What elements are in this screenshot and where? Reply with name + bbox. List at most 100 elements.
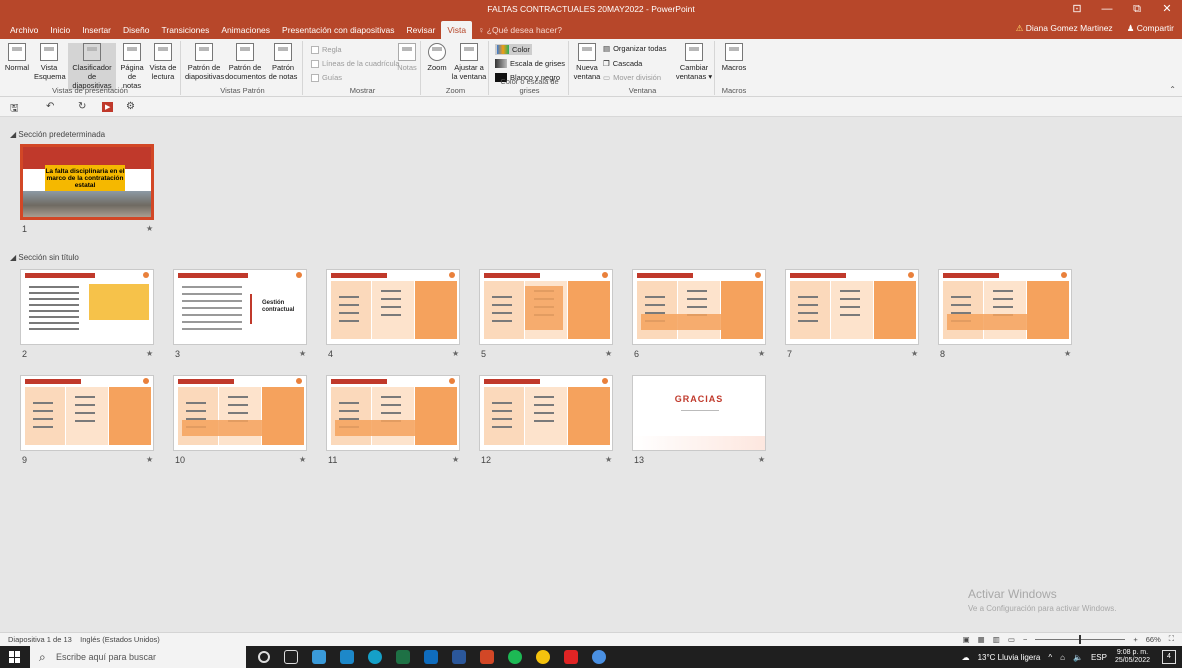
- close-button[interactable]: ✕: [1152, 0, 1182, 19]
- chrome-profile-icon[interactable]: [592, 650, 606, 664]
- acrobat-icon[interactable]: [564, 650, 578, 664]
- restore-button[interactable]: ⧉: [1122, 0, 1152, 19]
- mail-icon[interactable]: [340, 650, 354, 664]
- slide-thumbnail[interactable]: Gestión contractual: [173, 269, 307, 345]
- minimize-button[interactable]: —: [1092, 0, 1122, 19]
- normal-view-status-icon[interactable]: ▣: [963, 635, 970, 644]
- undo-icon[interactable]: ↶: [46, 101, 54, 112]
- zoom-slider[interactable]: [1035, 634, 1126, 644]
- chrome-icon[interactable]: [536, 650, 550, 664]
- transition-star-icon[interactable]: ★: [452, 349, 459, 358]
- handout-master-button[interactable]: Patrón de documentos: [225, 43, 266, 81]
- task-view-icon[interactable]: [284, 650, 298, 664]
- ruler-checkbox[interactable]: Regla: [311, 45, 342, 54]
- tab-archivo[interactable]: Archivo: [4, 21, 44, 39]
- new-window-button[interactable]: Nueva ventana: [573, 43, 601, 81]
- macros-button[interactable]: Macros: [720, 43, 748, 72]
- slide-thumbnail[interactable]: [20, 269, 154, 345]
- collapse-ribbon-icon[interactable]: ⌃: [1169, 85, 1176, 94]
- slide-thumbnail[interactable]: [326, 269, 460, 345]
- move-split-button[interactable]: ▭ Mover división: [603, 73, 661, 82]
- account-name[interactable]: ⚠ Diana Gomez Martinez: [1016, 23, 1113, 34]
- arrange-all-button[interactable]: ▤ Organizar todas: [603, 44, 666, 53]
- zoom-out-icon[interactable]: −: [1023, 635, 1027, 644]
- sorter-view-status-icon[interactable]: ▦: [978, 635, 985, 644]
- save-icon[interactable]: 🖫: [10, 101, 19, 118]
- cortana-icon[interactable]: [258, 651, 270, 663]
- notes-button[interactable]: Notas: [395, 43, 419, 72]
- zoom-in-icon[interactable]: +: [1133, 635, 1137, 644]
- transition-star-icon[interactable]: ★: [299, 349, 306, 358]
- slide-master-button[interactable]: Patrón de diapositivas: [185, 43, 224, 81]
- slide-thumbnail[interactable]: [785, 269, 919, 345]
- slide-thumbnail[interactable]: La falta disciplinaria en el marco de la…: [20, 144, 154, 220]
- normal-view-button[interactable]: Normal: [4, 43, 30, 72]
- tab-revisar[interactable]: Revisar: [401, 21, 442, 39]
- slide-thumbnail[interactable]: [938, 269, 1072, 345]
- weather-text[interactable]: 13°C Lluvia ligera: [978, 653, 1041, 662]
- tray-chevron-icon[interactable]: ^: [1048, 653, 1052, 662]
- explorer-icon[interactable]: [312, 650, 326, 664]
- fit-slide-icon[interactable]: ⛶: [1169, 634, 1174, 644]
- tell-me-input[interactable]: ♀ ¿Qué desea hacer?: [472, 21, 568, 39]
- fit-window-button[interactable]: Ajustar a la ventana: [451, 43, 487, 81]
- tab-animaciones[interactable]: Animaciones: [215, 21, 276, 39]
- outline-view-button[interactable]: Vista Esquema: [34, 43, 66, 81]
- slide-sorter-area[interactable]: ◢ Sección predeterminada ◢ Sección sin t…: [0, 117, 1182, 632]
- slide-thumbnail[interactable]: [173, 375, 307, 451]
- notifications-icon[interactable]: 4: [1162, 650, 1176, 664]
- section-header-untitled[interactable]: ◢ Sección sin título: [10, 253, 79, 262]
- grayscale-option[interactable]: Escala de grises: [495, 59, 565, 68]
- transition-star-icon[interactable]: ★: [605, 349, 612, 358]
- slide-thumbnail[interactable]: GRACIAS: [632, 375, 766, 451]
- transition-star-icon[interactable]: ★: [146, 349, 153, 358]
- language-indicator[interactable]: Inglés (Estados Unidos): [80, 635, 160, 644]
- tab-diseno[interactable]: Diseño: [117, 21, 155, 39]
- tab-inicio[interactable]: Inicio: [44, 21, 76, 39]
- redo-icon[interactable]: ↻: [78, 101, 86, 112]
- cascade-button[interactable]: ❐ Cascada: [603, 59, 642, 68]
- gridlines-checkbox[interactable]: Líneas de la cuadrícula: [311, 59, 400, 68]
- switch-windows-button[interactable]: Cambiar ventanas ▾: [675, 43, 713, 81]
- outlook-icon[interactable]: [424, 650, 438, 664]
- clock[interactable]: 9:08 p. m. 25/05/2022: [1115, 649, 1150, 665]
- tab-vista[interactable]: Vista: [441, 21, 473, 39]
- slide-thumbnail[interactable]: [479, 375, 613, 451]
- windows-start-icon[interactable]: [9, 651, 21, 663]
- powerpoint-icon[interactable]: [480, 650, 494, 664]
- guides-checkbox[interactable]: Guías: [311, 73, 342, 82]
- input-language[interactable]: ESP: [1091, 653, 1107, 662]
- slide-thumbnail[interactable]: [632, 269, 766, 345]
- reading-view-button[interactable]: Vista de lectura: [148, 43, 178, 81]
- word-icon[interactable]: [452, 650, 466, 664]
- transition-star-icon[interactable]: ★: [299, 455, 306, 464]
- transition-star-icon[interactable]: ★: [605, 455, 612, 464]
- slide-thumbnail[interactable]: [20, 375, 154, 451]
- excel-icon[interactable]: [396, 650, 410, 664]
- edge-icon[interactable]: [368, 650, 382, 664]
- transition-star-icon[interactable]: ★: [758, 455, 765, 464]
- volume-icon[interactable]: 🔈: [1073, 653, 1083, 662]
- transition-star-icon[interactable]: ★: [452, 455, 459, 464]
- slide-sorter-button[interactable]: Clasificador de diapositivas: [68, 43, 116, 90]
- transition-star-icon[interactable]: ★: [146, 455, 153, 464]
- transition-star-icon[interactable]: ★: [758, 349, 765, 358]
- tab-presentacion[interactable]: Presentación con diapositivas: [276, 21, 400, 39]
- zoom-button[interactable]: Zoom: [425, 43, 449, 72]
- ribbon-display-button[interactable]: ⊡: [1062, 0, 1092, 19]
- slide-thumbnail[interactable]: [479, 269, 613, 345]
- slideshow-status-icon[interactable]: ▭: [1008, 635, 1015, 644]
- tab-insertar[interactable]: Insertar: [76, 21, 117, 39]
- zoom-level[interactable]: 66%: [1146, 635, 1161, 644]
- section-header-default[interactable]: ◢ Sección predeterminada: [10, 130, 105, 139]
- reading-view-status-icon[interactable]: ▥: [993, 635, 1000, 644]
- present-from-start-icon[interactable]: ▶: [102, 102, 114, 112]
- tab-transiciones[interactable]: Transiciones: [155, 21, 215, 39]
- customize-toolbar-icon[interactable]: ⚙: [126, 101, 135, 112]
- share-button[interactable]: ♟ Compartir: [1127, 23, 1174, 34]
- transition-star-icon[interactable]: ★: [911, 349, 918, 358]
- spotify-icon[interactable]: [508, 650, 522, 664]
- transition-star-icon[interactable]: ★: [146, 224, 153, 233]
- color-option[interactable]: Color: [495, 44, 532, 55]
- slide-thumbnail[interactable]: [326, 375, 460, 451]
